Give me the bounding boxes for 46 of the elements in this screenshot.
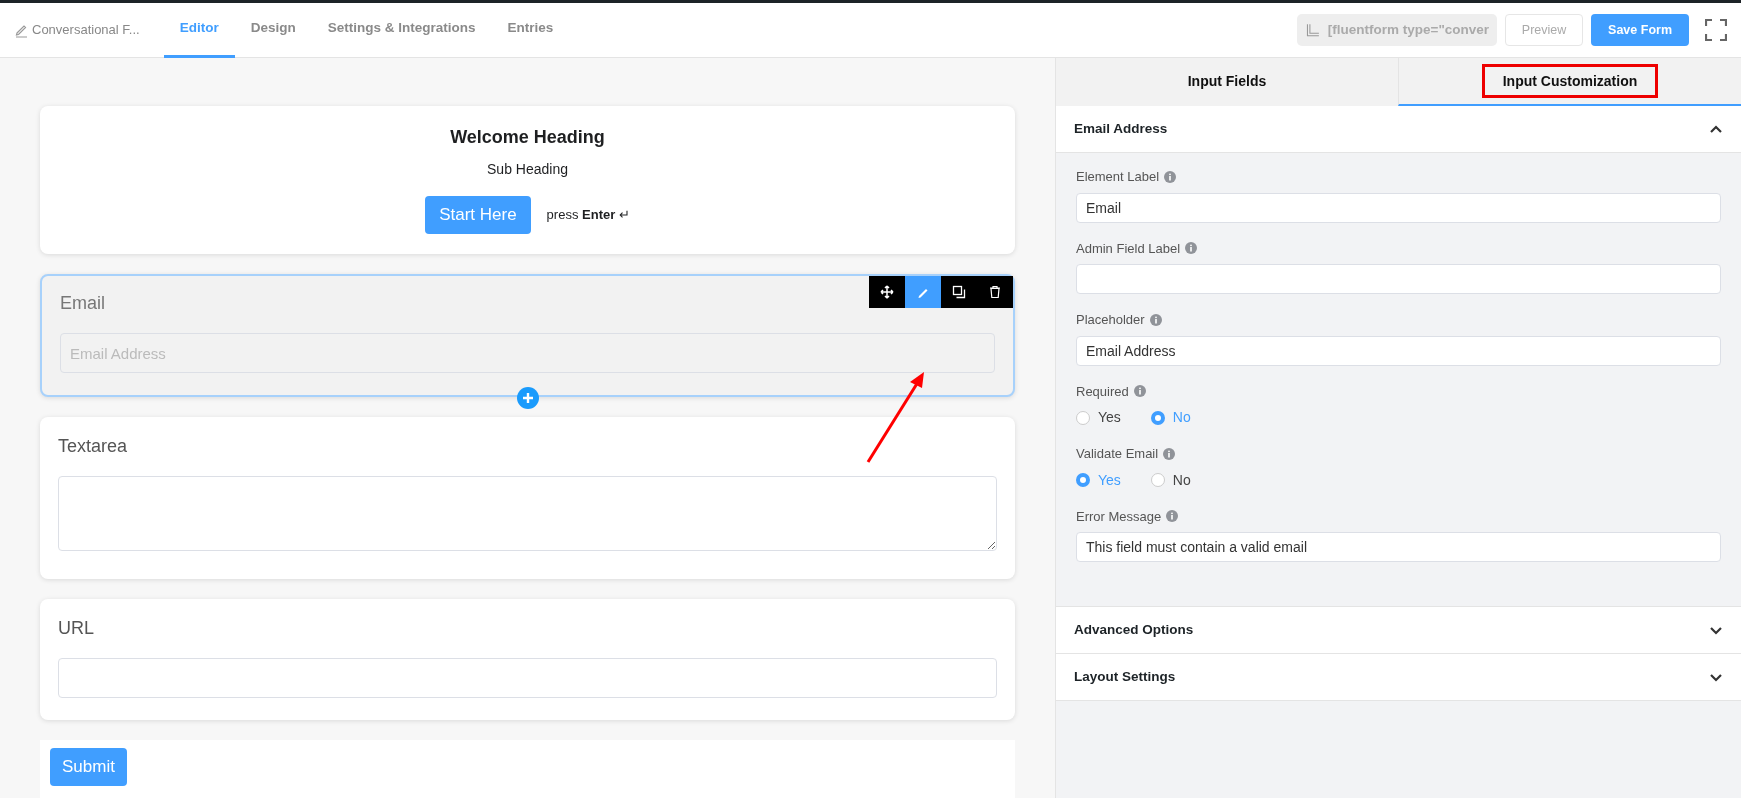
- press-enter-hint: press Enter ↵: [546, 206, 630, 225]
- chevron-down-icon: [1709, 624, 1723, 636]
- chevron-down-icon: [1709, 671, 1723, 683]
- textarea-field[interactable]: [58, 476, 997, 551]
- chevron-up-icon: [1709, 123, 1723, 135]
- radio-button[interactable]: [1150, 410, 1165, 425]
- form-title: Conversational F...: [32, 21, 140, 40]
- info-icon: [1149, 313, 1162, 326]
- text-field[interactable]: This field must contain a valid email: [1076, 532, 1721, 562]
- radio-button[interactable]: [1076, 410, 1090, 425]
- radio-label[interactable]: Yes: [1098, 407, 1121, 428]
- info-icon: [1164, 170, 1177, 183]
- setting-label: Admin Field Label: [1076, 239, 1181, 258]
- radio-label[interactable]: No: [1172, 469, 1191, 491]
- field-label: Textarea: [58, 435, 128, 458]
- trash-icon: [988, 285, 1002, 299]
- info-icon: [1163, 447, 1176, 460]
- section-header[interactable]: Email Address: [1056, 106, 1741, 153]
- text-field[interactable]: Email: [1076, 192, 1721, 223]
- info-icon: [1185, 242, 1198, 255]
- field-label: Email: [60, 292, 105, 315]
- radio-button[interactable]: [1076, 473, 1090, 487]
- section-header[interactable]: Advanced Options: [1056, 607, 1741, 654]
- fullscreen-icon: [1705, 19, 1727, 41]
- info-icon: [1133, 385, 1146, 398]
- info-icon: [1166, 510, 1179, 523]
- text-field[interactable]: [1076, 264, 1721, 294]
- move-icon: [880, 285, 894, 299]
- add-icon: [516, 387, 539, 409]
- welcome-heading: Welcome Heading: [449, 126, 606, 149]
- field-card[interactable]: URL: [40, 599, 1015, 720]
- setting-label: Element Label: [1076, 168, 1160, 186]
- copy-icon: [1305, 21, 1320, 39]
- setting-label: Validate Email: [1076, 445, 1159, 463]
- panel-tab[interactable]: Input Customization: [1398, 58, 1741, 106]
- setting-label: Error Message: [1076, 507, 1162, 526]
- duplicate-icon: [952, 285, 966, 299]
- sub-heading: Sub Heading: [486, 160, 569, 179]
- section-header[interactable]: Layout Settings: [1056, 654, 1741, 701]
- field-card[interactable]: Textarea: [40, 417, 1015, 579]
- setting-label: Placeholder: [1076, 311, 1145, 329]
- radio-button[interactable]: [1150, 473, 1165, 487]
- field-label: URL: [58, 617, 94, 640]
- text-field[interactable]: Email Address: [1076, 335, 1721, 366]
- url-field[interactable]: [58, 658, 997, 698]
- setting-label: Required: [1076, 382, 1129, 401]
